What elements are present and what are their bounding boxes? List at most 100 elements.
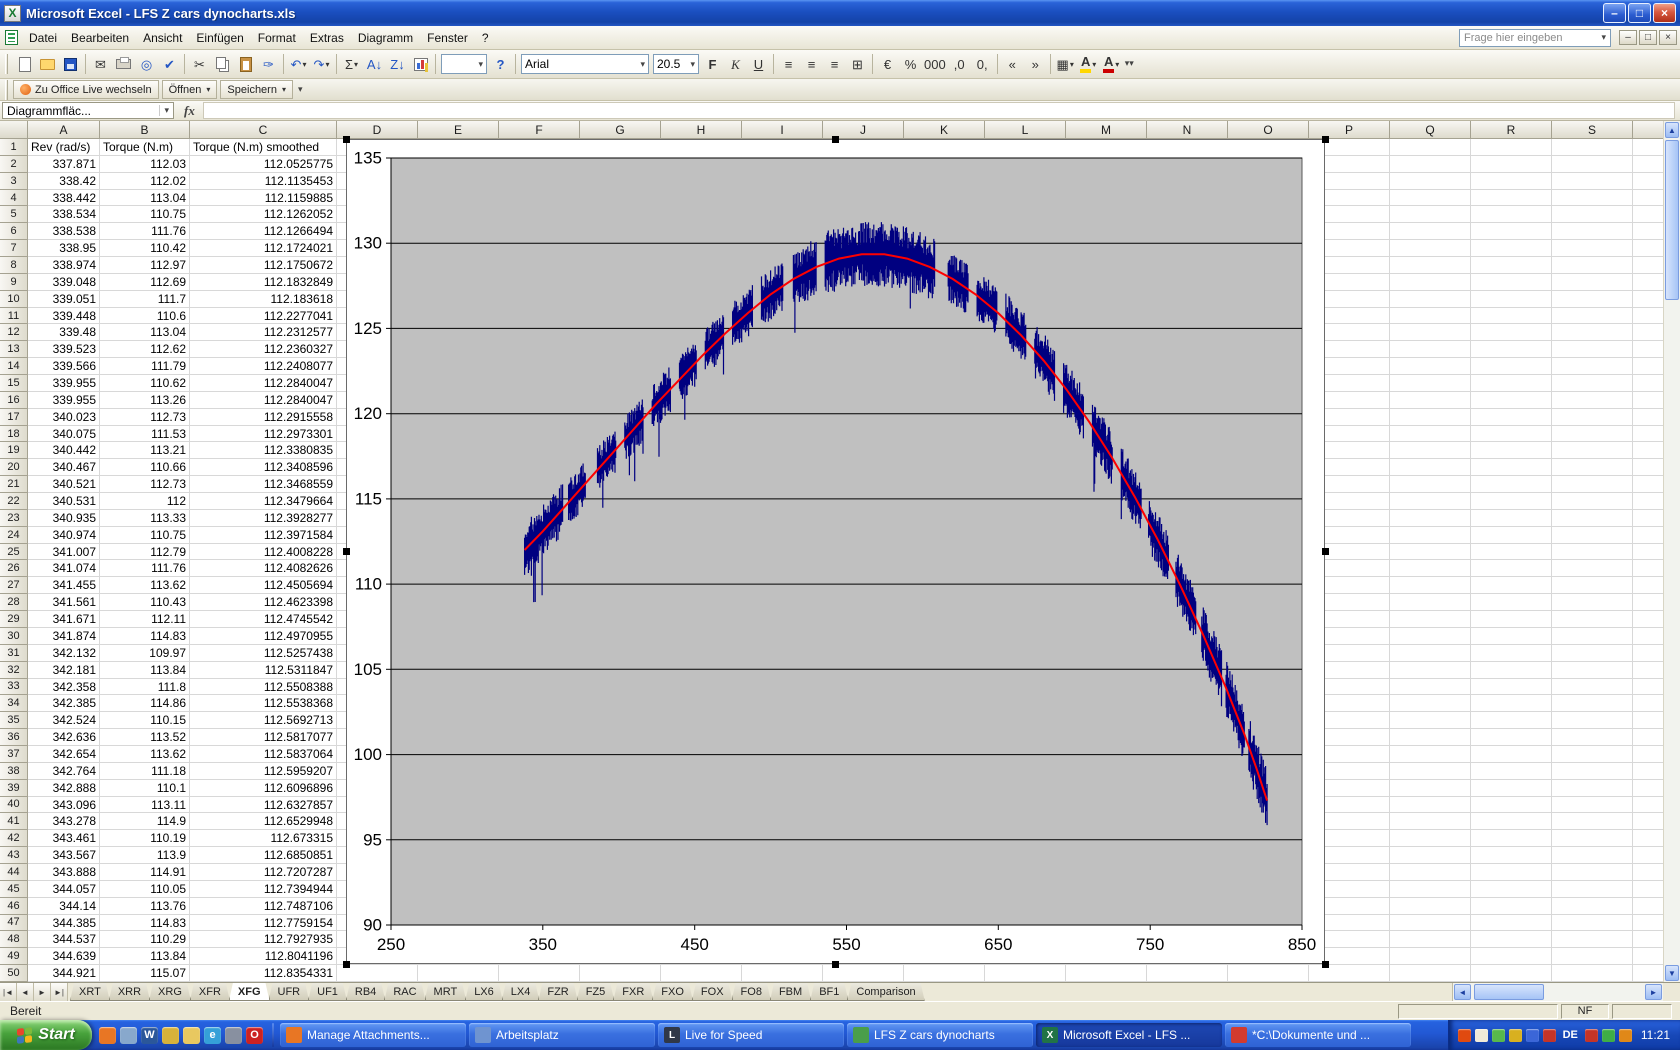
row-header-5[interactable]: 5 (0, 206, 28, 224)
row-header-22[interactable]: 22 (0, 493, 28, 510)
merge-center-icon[interactable]: ⊞ (846, 53, 869, 75)
cell-b41[interactable]: 114.9 (100, 813, 190, 831)
cell-s49[interactable] (1552, 948, 1633, 966)
tray-icon[interactable] (1491, 1028, 1505, 1042)
office-live-button[interactable]: Zu Office Live wechseln (13, 80, 159, 99)
cell-q34[interactable] (1390, 695, 1471, 713)
chevron-down-icon[interactable]: ▾ (637, 59, 645, 70)
cell-a1[interactable]: Rev (rad/s) (28, 139, 100, 156)
cell-r38[interactable] (1471, 762, 1552, 780)
cell-a21[interactable]: 340.521 (28, 476, 100, 494)
cell-m50[interactable] (1066, 965, 1147, 982)
cell-c23[interactable]: 112.3928277 (190, 509, 337, 527)
cell-b38[interactable]: 111.18 (100, 762, 190, 780)
cell-r2[interactable] (1471, 155, 1552, 173)
quicklaunch-mail[interactable] (225, 1026, 242, 1044)
cell-s6[interactable] (1552, 223, 1633, 241)
menu-einfugen[interactable]: Einfügen (189, 28, 250, 48)
cell-r28[interactable] (1471, 594, 1552, 612)
cell-a41[interactable]: 343.278 (28, 813, 100, 831)
cell-q17[interactable] (1390, 408, 1471, 426)
row-header-23[interactable]: 23 (0, 509, 28, 527)
cell-l50[interactable] (985, 965, 1066, 982)
cell-a20[interactable]: 340.467 (28, 459, 100, 477)
cell-s8[interactable] (1552, 257, 1633, 274)
sheet-tab-xrr[interactable]: XRR (109, 983, 150, 1001)
cell-b49[interactable]: 113.84 (100, 948, 190, 966)
cell-b42[interactable]: 110.19 (100, 830, 190, 848)
cell-a2[interactable]: 337.871 (28, 155, 100, 173)
zoom-combo[interactable]: ▾ (441, 54, 487, 74)
cell-c14[interactable]: 112.2408077 (190, 358, 337, 376)
cell-c46[interactable]: 112.7487106 (190, 897, 337, 915)
scroll-down-icon[interactable]: ▼ (1665, 965, 1679, 981)
spelling-icon[interactable]: ✔ (158, 53, 181, 75)
cell-c4[interactable]: 112.1159885 (190, 189, 337, 207)
cell-q5[interactable] (1390, 206, 1471, 224)
cell-a34[interactable]: 342.385 (28, 695, 100, 713)
toolbar-grip[interactable] (5, 54, 8, 74)
cell-q39[interactable] (1390, 779, 1471, 797)
cell-a4[interactable]: 338.442 (28, 189, 100, 207)
cell-s25[interactable] (1552, 543, 1633, 561)
cell-q16[interactable] (1390, 391, 1471, 409)
cell-q43[interactable] (1390, 847, 1471, 864)
cell-q44[interactable] (1390, 863, 1471, 881)
taskbar-button-arbeitsplatz[interactable]: Arbeitsplatz (469, 1023, 655, 1047)
cell-a46[interactable]: 344.14 (28, 897, 100, 915)
row-header-38[interactable]: 38 (0, 762, 28, 780)
cell-s1[interactable] (1552, 139, 1633, 156)
sort-ascending-icon[interactable]: A↓ (363, 53, 386, 75)
cell-q46[interactable] (1390, 897, 1471, 915)
cell-s30[interactable] (1552, 627, 1633, 645)
row-header-15[interactable]: 15 (0, 375, 28, 392)
chart-selection-handle[interactable] (343, 136, 350, 143)
cell-s15[interactable] (1552, 375, 1633, 392)
cell-c18[interactable]: 112.2973301 (190, 425, 337, 443)
save-icon[interactable] (59, 53, 82, 75)
row-header-8[interactable]: 8 (0, 257, 28, 274)
chevron-down-icon[interactable]: ▾ (159, 105, 169, 116)
borders-icon[interactable]: ▦ ▾ (1054, 53, 1077, 75)
toolbar-grip[interactable] (5, 79, 8, 100)
column-header-o[interactable]: O (1228, 121, 1309, 139)
cell-q28[interactable] (1390, 594, 1471, 612)
cell-a28[interactable]: 341.561 (28, 594, 100, 612)
cell-b10[interactable]: 111.7 (100, 290, 190, 308)
taskbar-button-manage-attachments[interactable]: Manage Attachments... (280, 1023, 466, 1047)
cell-q50[interactable] (1390, 965, 1471, 982)
tray-icon[interactable] (1525, 1028, 1539, 1042)
cell-q25[interactable] (1390, 543, 1471, 561)
cell-b39[interactable]: 110.1 (100, 779, 190, 797)
cell-r35[interactable] (1471, 712, 1552, 730)
cell-c10[interactable]: 112.183618 (190, 290, 337, 308)
row-header-47[interactable]: 47 (0, 914, 28, 932)
cell-b27[interactable]: 113.62 (100, 577, 190, 595)
format-painter-icon[interactable]: ✑ (257, 53, 280, 75)
tray-icon[interactable] (1474, 1028, 1488, 1042)
column-header-n[interactable]: N (1147, 121, 1228, 139)
chevron-down-icon[interactable]: ▾ (206, 85, 210, 94)
row-header-21[interactable]: 21 (0, 476, 28, 494)
column-header-g[interactable]: G (580, 121, 661, 139)
cell-q48[interactable] (1390, 931, 1471, 949)
row-header-26[interactable]: 26 (0, 560, 28, 578)
sheet-tab-xfg[interactable]: XFG (229, 983, 270, 1001)
cell-a12[interactable]: 339.48 (28, 324, 100, 342)
cell-r8[interactable] (1471, 257, 1552, 274)
font-color-icon[interactable]: A ▾ (1100, 53, 1123, 75)
prev-sheet-button[interactable]: ◄ (17, 983, 34, 1001)
cell-r16[interactable] (1471, 391, 1552, 409)
font-size-combo[interactable]: 20.5 ▾ (653, 54, 699, 74)
cell-r47[interactable] (1471, 914, 1552, 932)
undo-icon[interactable]: ↶ ▾ (287, 53, 310, 75)
cell-q22[interactable] (1390, 493, 1471, 510)
cell-q49[interactable] (1390, 948, 1471, 966)
sheet-tab-lx4[interactable]: LX4 (502, 983, 540, 1001)
cell-s12[interactable] (1552, 324, 1633, 342)
cell-q41[interactable] (1390, 813, 1471, 831)
cell-r31[interactable] (1471, 644, 1552, 662)
cell-q13[interactable] (1390, 341, 1471, 359)
taskbar-button-microsoft-excel-lfs[interactable]: X Microsoft Excel - LFS ... (1036, 1023, 1222, 1047)
chart-selection-handle[interactable] (1322, 961, 1329, 968)
